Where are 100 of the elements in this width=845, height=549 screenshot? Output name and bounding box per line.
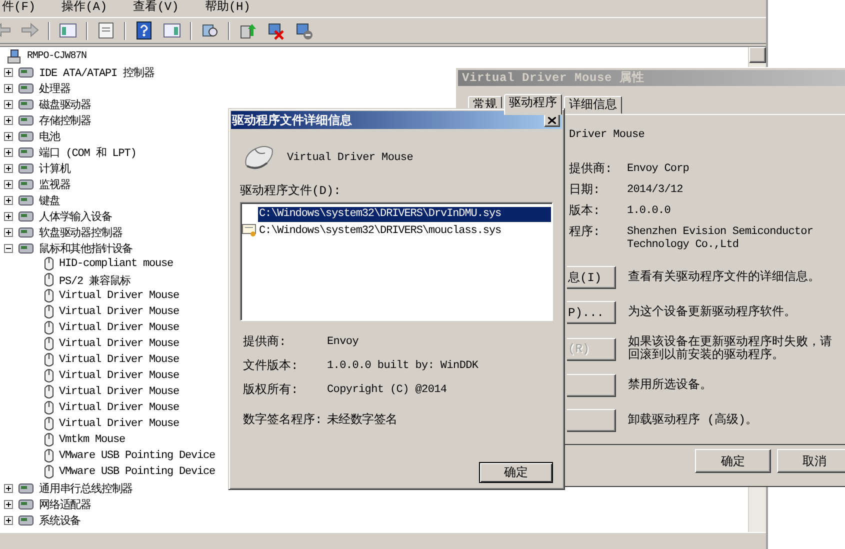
expand-toggle[interactable] xyxy=(4,100,13,108)
expand-toggle[interactable] xyxy=(4,180,13,188)
action-description: 为这个设备更新驱动程序软件。 xyxy=(628,306,797,319)
field-value: 1.0.0.0 xyxy=(627,205,672,218)
tree-item[interactable]: Virtual Driver Mouse xyxy=(59,290,180,302)
tree-item[interactable]: Virtual Driver Mouse xyxy=(59,322,180,334)
field-value: 未经数字签名 xyxy=(327,413,398,428)
action-button[interactable]: P)... xyxy=(567,301,616,324)
expand-toggle[interactable] xyxy=(4,164,13,172)
tree-item[interactable]: 人体学输入设备 xyxy=(39,208,112,224)
uninstall-icon[interactable] xyxy=(266,21,286,40)
field-label: 文件版本: xyxy=(243,359,300,374)
expand-toggle[interactable] xyxy=(4,244,13,252)
tree-item[interactable]: 鼠标和其他指针设备 xyxy=(39,240,133,256)
expand-toggle[interactable] xyxy=(4,196,13,204)
action-button[interactable] xyxy=(567,374,616,397)
device-name: Driver Mouse xyxy=(569,129,646,143)
field-label: 版本: xyxy=(569,205,602,218)
tree-item[interactable]: 端口 (COM 和 LPT) xyxy=(39,144,136,160)
dialog-button[interactable]: 取消 xyxy=(776,449,845,473)
expand-toggle[interactable] xyxy=(4,484,13,492)
tree-item[interactable]: Virtual Driver Mouse xyxy=(59,370,180,382)
mouse-icon xyxy=(42,384,56,400)
action-description: 卸载驱动程序 (高级)。 xyxy=(628,414,759,427)
expand-toggle[interactable] xyxy=(4,500,13,508)
computer-icon xyxy=(6,48,22,64)
field-value: Envoy xyxy=(327,335,360,350)
menu-item[interactable]: 件(F) xyxy=(0,0,38,14)
file-list[interactable]: C:\Windows\system32\DRIVERS\DrvInDMU.sys C:\Windows\system32\DRIVERS\mouclass.sys xyxy=(240,202,553,321)
tree-item[interactable]: Virtual Driver Mouse xyxy=(59,354,180,366)
dialog-button[interactable]: 确定 xyxy=(695,449,770,473)
action-description: 查看有关驱动程序文件的详细信息。 xyxy=(628,271,821,284)
field-value: Envoy Corp xyxy=(627,163,690,176)
field-label: 提供商: xyxy=(569,163,614,176)
mouse-icon xyxy=(42,288,56,304)
mouse-icon xyxy=(42,352,56,368)
field-value: 1.0.0.0 built by: WinDDK xyxy=(327,359,480,374)
tree-item[interactable]: 键盘 xyxy=(39,192,60,208)
expand-toggle[interactable] xyxy=(4,68,13,76)
tree-item[interactable]: 磁盘驱动器 xyxy=(39,96,92,112)
tree-item[interactable]: 系统设备 xyxy=(39,512,81,528)
action-button[interactable] xyxy=(567,409,616,432)
tree-item[interactable]: 监视器 xyxy=(39,176,70,192)
tree-item[interactable]: Virtual Driver Mouse xyxy=(59,338,180,350)
field-label: 提供商: xyxy=(243,335,288,350)
mouse-icon xyxy=(42,272,56,288)
dialog-title: 驱动程序文件详细信息 xyxy=(232,112,352,128)
tree-item[interactable]: Virtual Driver Mouse xyxy=(59,306,180,318)
menu-item[interactable]: 帮助(H) xyxy=(202,0,252,14)
tree-item[interactable]: RMPO-CJW87N xyxy=(27,50,86,62)
expand-toggle[interactable] xyxy=(4,228,13,236)
tree-item[interactable]: Virtual Driver Mouse xyxy=(59,402,180,414)
ok-button[interactable]: 确定 xyxy=(479,462,553,483)
tree-item[interactable]: 电池 xyxy=(39,128,60,144)
file-item[interactable]: C:\Windows\system32\DRIVERS\mouclass.sys xyxy=(258,224,551,238)
field-label: 版权所有: xyxy=(243,383,300,398)
expand-toggle[interactable] xyxy=(4,148,13,156)
mouse-icon xyxy=(42,432,56,448)
tree-item[interactable]: HID-compliant mouse xyxy=(59,258,174,270)
list-icon[interactable] xyxy=(96,21,116,40)
tree-item[interactable]: PS/2 兼容鼠标 xyxy=(59,272,131,288)
disable-icon[interactable] xyxy=(294,21,314,40)
tree-item[interactable]: Vmtkm Mouse xyxy=(59,434,126,446)
tree-item[interactable]: 通用串行总线控制器 xyxy=(39,480,133,496)
tree-item[interactable]: 计算机 xyxy=(39,160,70,176)
tree-item[interactable]: 软盘驱动器控制器 xyxy=(39,224,122,240)
tree-item[interactable]: 存储控制器 xyxy=(39,112,92,128)
mouse-icon xyxy=(42,368,56,384)
tab[interactable]: 驱动程序 xyxy=(504,94,562,115)
menu-item[interactable]: 操作(A) xyxy=(60,0,110,14)
mouse-icon xyxy=(42,464,56,480)
mouse-icon xyxy=(42,320,56,336)
expand-toggle[interactable] xyxy=(4,132,13,140)
field-label: 数字签名程序: xyxy=(243,413,324,428)
tree-item[interactable]: Virtual Driver Mouse xyxy=(59,386,180,398)
expand-toggle[interactable] xyxy=(4,516,13,524)
tab[interactable]: 详细信息 xyxy=(564,96,622,114)
tree-item[interactable]: 网络适配器 xyxy=(39,496,92,512)
expand-toggle[interactable] xyxy=(4,212,13,220)
mouse-icon xyxy=(42,448,56,464)
tree-item[interactable]: IDE ATA/ATAPI 控制器 xyxy=(39,64,154,80)
field-label: 程序: xyxy=(569,226,602,241)
file-item[interactable]: C:\Windows\system32\DRIVERS\DrvInDMU.sys xyxy=(258,206,551,222)
tree-item[interactable]: 处理器 xyxy=(39,80,70,96)
expand-toggle[interactable] xyxy=(4,116,13,124)
window-title: Virtual Driver Mouse 属性 xyxy=(458,70,845,86)
close-icon xyxy=(548,116,556,124)
tree-item[interactable]: VMware USB Pointing Device xyxy=(59,450,216,462)
field-value: Copyright (C) @2014 xyxy=(327,383,448,398)
mouse-icon xyxy=(42,336,56,352)
tree-item[interactable]: Virtual Driver Mouse xyxy=(59,418,180,430)
panel-icon[interactable] xyxy=(162,21,182,40)
help-icon[interactable] xyxy=(134,21,154,40)
tree-item[interactable]: VMware USB Pointing Device xyxy=(59,466,216,478)
menu-item[interactable]: 查看(V) xyxy=(131,0,181,14)
field-value: 2014/3/12 xyxy=(627,184,684,197)
expand-toggle[interactable] xyxy=(4,84,13,92)
panel-icon[interactable] xyxy=(58,21,78,40)
field-value: Shenzhen Evision Semiconductor Technology Co.,Ltd xyxy=(627,226,814,252)
action-button[interactable]: 息(I) xyxy=(567,266,616,289)
